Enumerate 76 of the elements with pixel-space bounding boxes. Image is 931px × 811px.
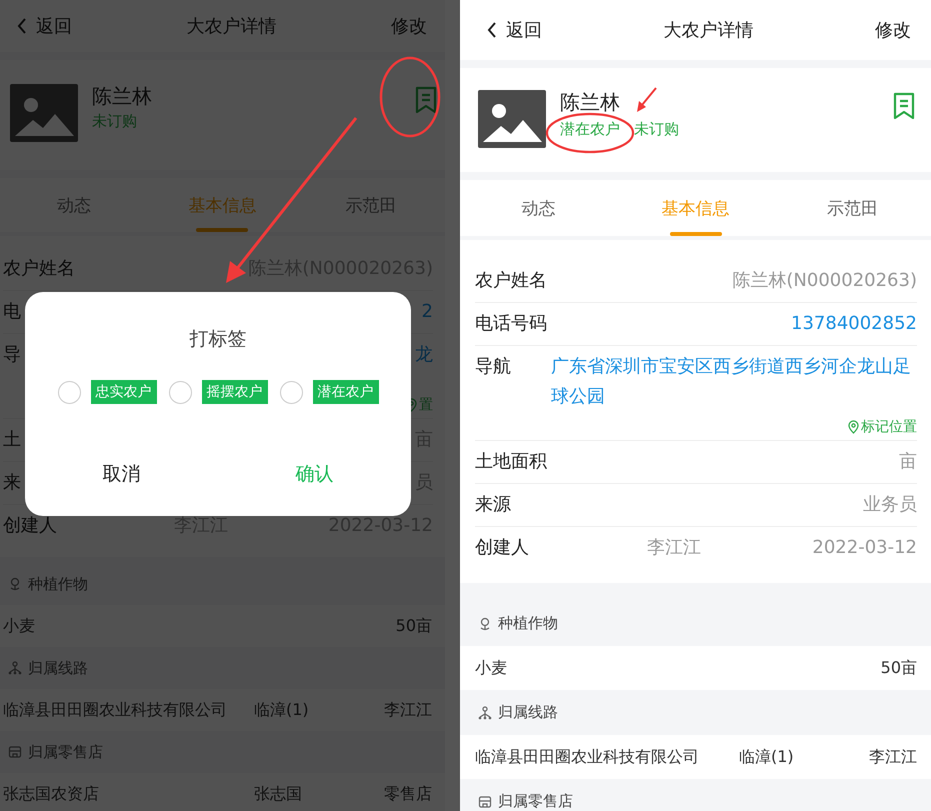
table-cell-text: 临漳(1) — [254, 700, 310, 720]
back-button[interactable]: 返回 — [486, 18, 542, 42]
field-label: 农户姓名 — [475, 269, 547, 293]
mark-location-link[interactable]: 标记位置 — [848, 418, 917, 436]
bookmark-icon — [893, 92, 915, 120]
table-cell-text: 临漳县田田圈农业科技有限公司 — [3, 700, 228, 720]
radio-button[interactable] — [168, 380, 192, 404]
field-value: 业务员 — [863, 493, 917, 517]
chevron-left-icon — [486, 21, 498, 39]
section-title: 归属零售店 — [28, 742, 103, 762]
section-title: 种植作物 — [28, 574, 88, 594]
field-value: 亩 — [899, 450, 917, 474]
status-tag: 未订购 — [634, 120, 679, 139]
status-tag: 潜在农户 — [560, 120, 620, 139]
page-title: 大农户详情 — [186, 15, 276, 38]
section-title: 种植作物 — [498, 614, 558, 633]
field-value: 李江江 — [647, 536, 702, 560]
tag-label: 潜在农户 — [312, 380, 378, 404]
table-cell-text: 小麦 — [475, 658, 508, 678]
image-placeholder-icon — [478, 90, 546, 148]
table-cell: 50亩 — [880, 658, 917, 678]
table-cell: 李江江 — [869, 746, 917, 768]
edit-button[interactable]: 修改 — [391, 14, 427, 38]
radio-button[interactable] — [280, 380, 302, 404]
section-title: 归属零售店 — [498, 792, 573, 811]
customer-name: 陈兰林 — [560, 90, 620, 114]
section-title: 归属线路 — [498, 703, 558, 722]
annotation-arrow — [637, 87, 657, 112]
page-title: 大农户详情 — [664, 19, 754, 42]
field-label: 导 — [3, 343, 21, 367]
image-placeholder-icon — [10, 84, 78, 142]
store-icon — [478, 794, 492, 808]
field-label: 来源 — [475, 493, 511, 517]
table-cell-text: 张志国农资店 — [3, 784, 100, 804]
phone-link[interactable]: 13784002852 — [791, 309, 917, 339]
store-icon — [8, 745, 22, 759]
network-icon — [8, 661, 22, 675]
field-label: 土地面积 — [475, 450, 547, 474]
address-link[interactable]: 广东省深圳市宝安区西乡街道西乡河企龙山足球公园 — [551, 352, 917, 412]
field-label: 创建人 — [3, 514, 58, 538]
edit-button[interactable]: 修改 — [875, 18, 911, 42]
field-label: 创建人 — [475, 536, 530, 560]
date-value: 2022-03-12 — [812, 536, 917, 560]
phone-link[interactable]: 2 — [422, 297, 433, 327]
cancel-button[interactable]: 取消 — [25, 454, 218, 494]
confirm-button[interactable]: 确认 — [218, 454, 411, 494]
table-cell: 李江江 — [384, 700, 432, 720]
field-value: 陈兰林(N000020263) — [732, 269, 917, 293]
back-button[interactable]: 返回 — [16, 14, 72, 38]
tab[interactable]: 示范田 — [774, 180, 931, 236]
tag-label: 摇摆农户 — [202, 380, 268, 404]
network-icon — [478, 706, 492, 720]
tab[interactable]: 动态 — [460, 180, 617, 236]
table-cell-text: 小麦 — [3, 616, 36, 636]
field-label: 来 — [3, 471, 21, 495]
status-tag: 未订购 — [92, 112, 137, 131]
table-cell: 零售店 — [384, 784, 432, 804]
section-title: 归属线路 — [28, 658, 88, 678]
tag-label: 忠实农户 — [90, 380, 156, 404]
table-cell: 50亩 — [396, 616, 432, 636]
table-cell-text: 张志国 — [254, 784, 303, 804]
customer-name: 陈兰林 — [92, 84, 152, 108]
table-cell-text: 临漳县田田圈农业科技有限公司 — [475, 746, 700, 768]
radio-button[interactable] — [58, 380, 80, 404]
field-label: 农户姓名 — [3, 257, 75, 281]
dialog-title: 打标签 — [188, 327, 248, 352]
field-label: 电 — [3, 300, 21, 324]
field-label: 土 — [3, 428, 21, 452]
tab[interactable]: 基本信息 — [617, 180, 774, 236]
field-label: 电话号码 — [475, 312, 547, 336]
bookmark-icon — [415, 86, 437, 114]
address-link[interactable]: 龙 — [415, 340, 433, 370]
table-cell-text: 临漳(1) — [739, 746, 795, 768]
tab[interactable]: 基本信息 — [148, 178, 297, 232]
chevron-left-icon — [16, 17, 28, 35]
field-label: 导航 — [475, 355, 511, 379]
